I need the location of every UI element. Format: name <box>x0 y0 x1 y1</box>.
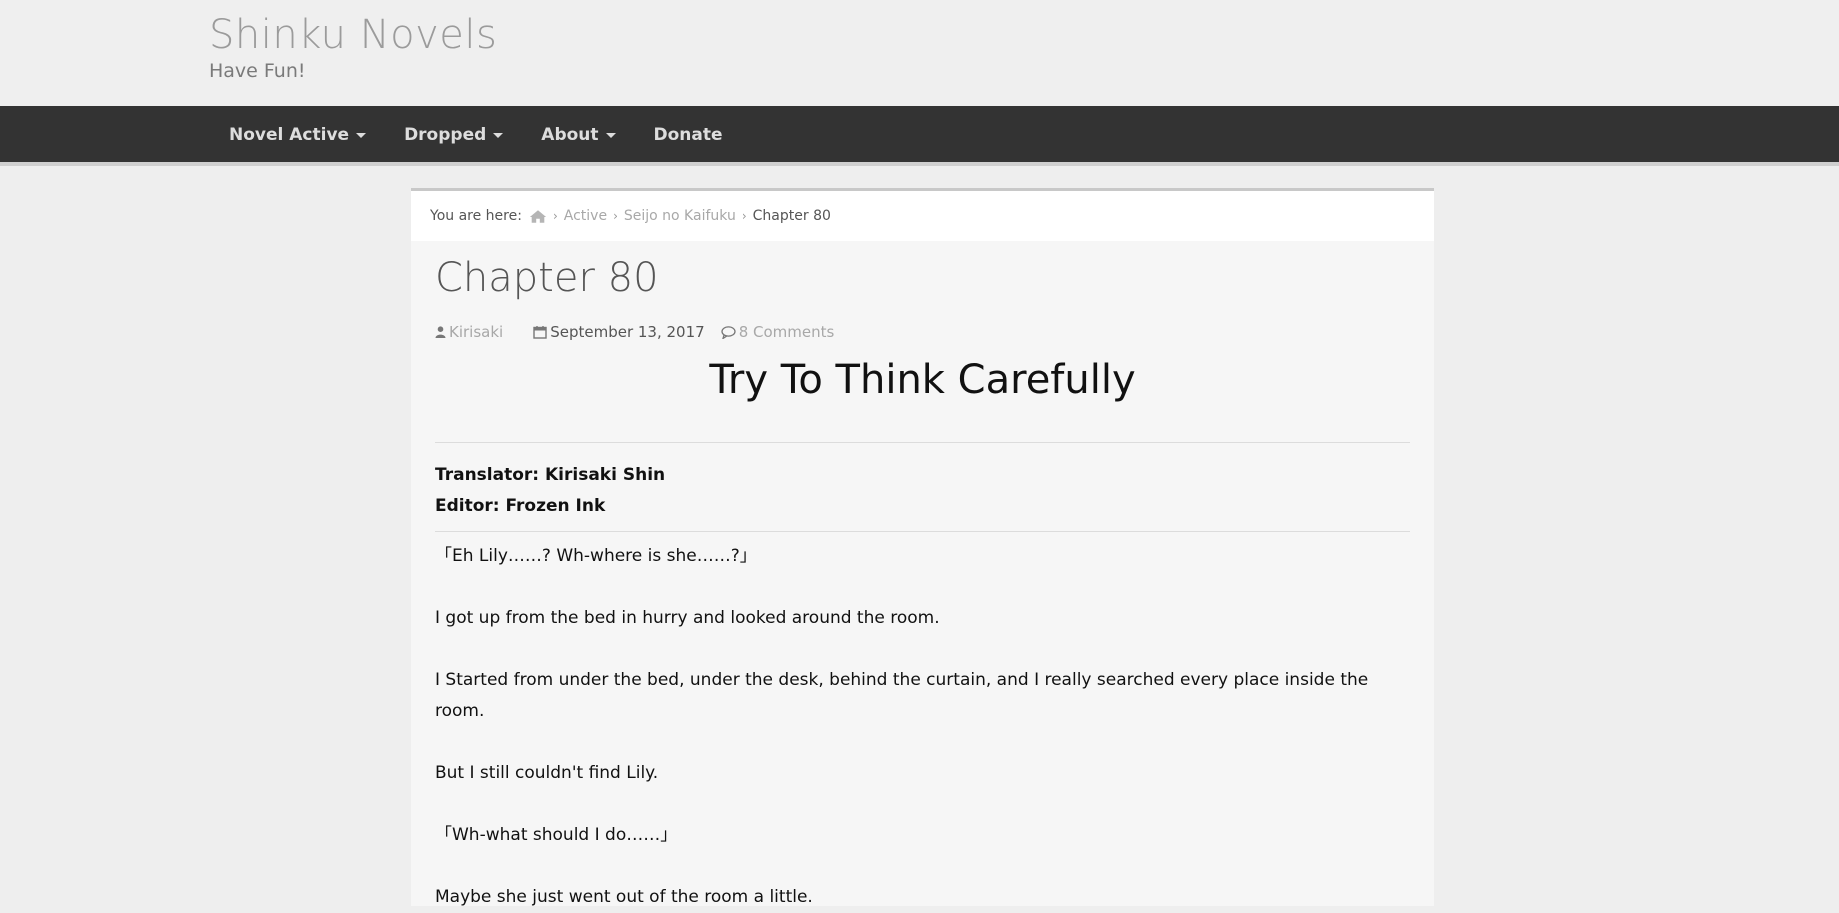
breadcrumb-current: Chapter 80 <box>752 208 831 224</box>
paragraph: I got up from the bed in hurry and looke… <box>435 608 940 628</box>
paragraph: 「Wh-what should I do……」 <box>435 825 678 845</box>
post-meta: Kirisaki September 13, 2017 8 Comments <box>435 322 1410 342</box>
caret-down-icon <box>605 132 616 138</box>
caret-down-icon <box>356 132 367 138</box>
nav-item-label: Donate <box>653 125 723 145</box>
paragraph: But I still couldn't find Lily. <box>435 763 659 783</box>
nav-item-about[interactable]: About <box>522 106 634 164</box>
chevron-right-icon: › <box>613 209 618 223</box>
chapter-article: Chapter 80 Kirisaki September 13, 2017 8… <box>411 255 1434 913</box>
breadcrumb-prefix: You are here: <box>430 208 522 224</box>
caret-down-icon <box>493 132 504 138</box>
credits: Translator: Kirisaki Shin Editor: Frozen… <box>435 443 1410 531</box>
main-navbar: Novel Active Dropped About Donate <box>0 106 1839 166</box>
post-date: September 13, 2017 <box>550 323 705 341</box>
chapter-body: 「Eh Lily……? Wh-where is she……?」 I got up… <box>435 541 1410 913</box>
author-link[interactable]: Kirisaki <box>449 323 503 341</box>
nav-item-label: Novel Active <box>229 125 350 145</box>
chapter-subtitle: Try To Think Carefully <box>709 357 1136 403</box>
paragraph: 「Eh Lily……? Wh-where is she……?」 <box>435 546 757 566</box>
nav-item-donate[interactable]: Donate <box>635 106 742 164</box>
chevron-right-icon: › <box>552 209 558 223</box>
breadcrumb-link-novel[interactable]: Seijo no Kaifuku <box>624 208 736 224</box>
chevron-right-icon: › <box>741 209 747 223</box>
comments-link[interactable]: 8 Comments <box>739 323 835 341</box>
nav-item-label: Dropped <box>404 125 487 145</box>
paragraph: I Started from under the bed, under the … <box>435 670 1369 721</box>
calendar-icon <box>533 325 547 339</box>
editor-credit: Editor: Frozen Ink <box>435 496 606 516</box>
site-header: Shinku Novels Have Fun! <box>0 0 1839 106</box>
user-icon <box>435 326 446 338</box>
page-title: Chapter 80 <box>435 255 659 301</box>
nav-item-dropped[interactable]: Dropped <box>385 106 522 164</box>
site-tagline: Have Fun! <box>209 60 306 82</box>
paragraph: Maybe she just went out of the room a li… <box>435 887 813 907</box>
breadcrumb-link-active[interactable]: Active <box>564 208 607 224</box>
content-card: You are here: › Active › Seijo no Kaifuk… <box>411 188 1434 907</box>
divider <box>435 531 1410 532</box>
nav-item-novel-active[interactable]: Novel Active <box>210 106 385 164</box>
site-title[interactable]: Shinku Novels <box>209 12 497 58</box>
nav-item-label: About <box>541 125 599 145</box>
breadcrumb: You are here: › Active › Seijo no Kaifuk… <box>411 191 1434 241</box>
home-icon[interactable] <box>529 209 547 224</box>
comment-icon <box>721 325 736 339</box>
translator-credit: Translator: Kirisaki Shin <box>435 465 666 485</box>
nav-list: Novel Active Dropped About Donate <box>210 106 742 164</box>
